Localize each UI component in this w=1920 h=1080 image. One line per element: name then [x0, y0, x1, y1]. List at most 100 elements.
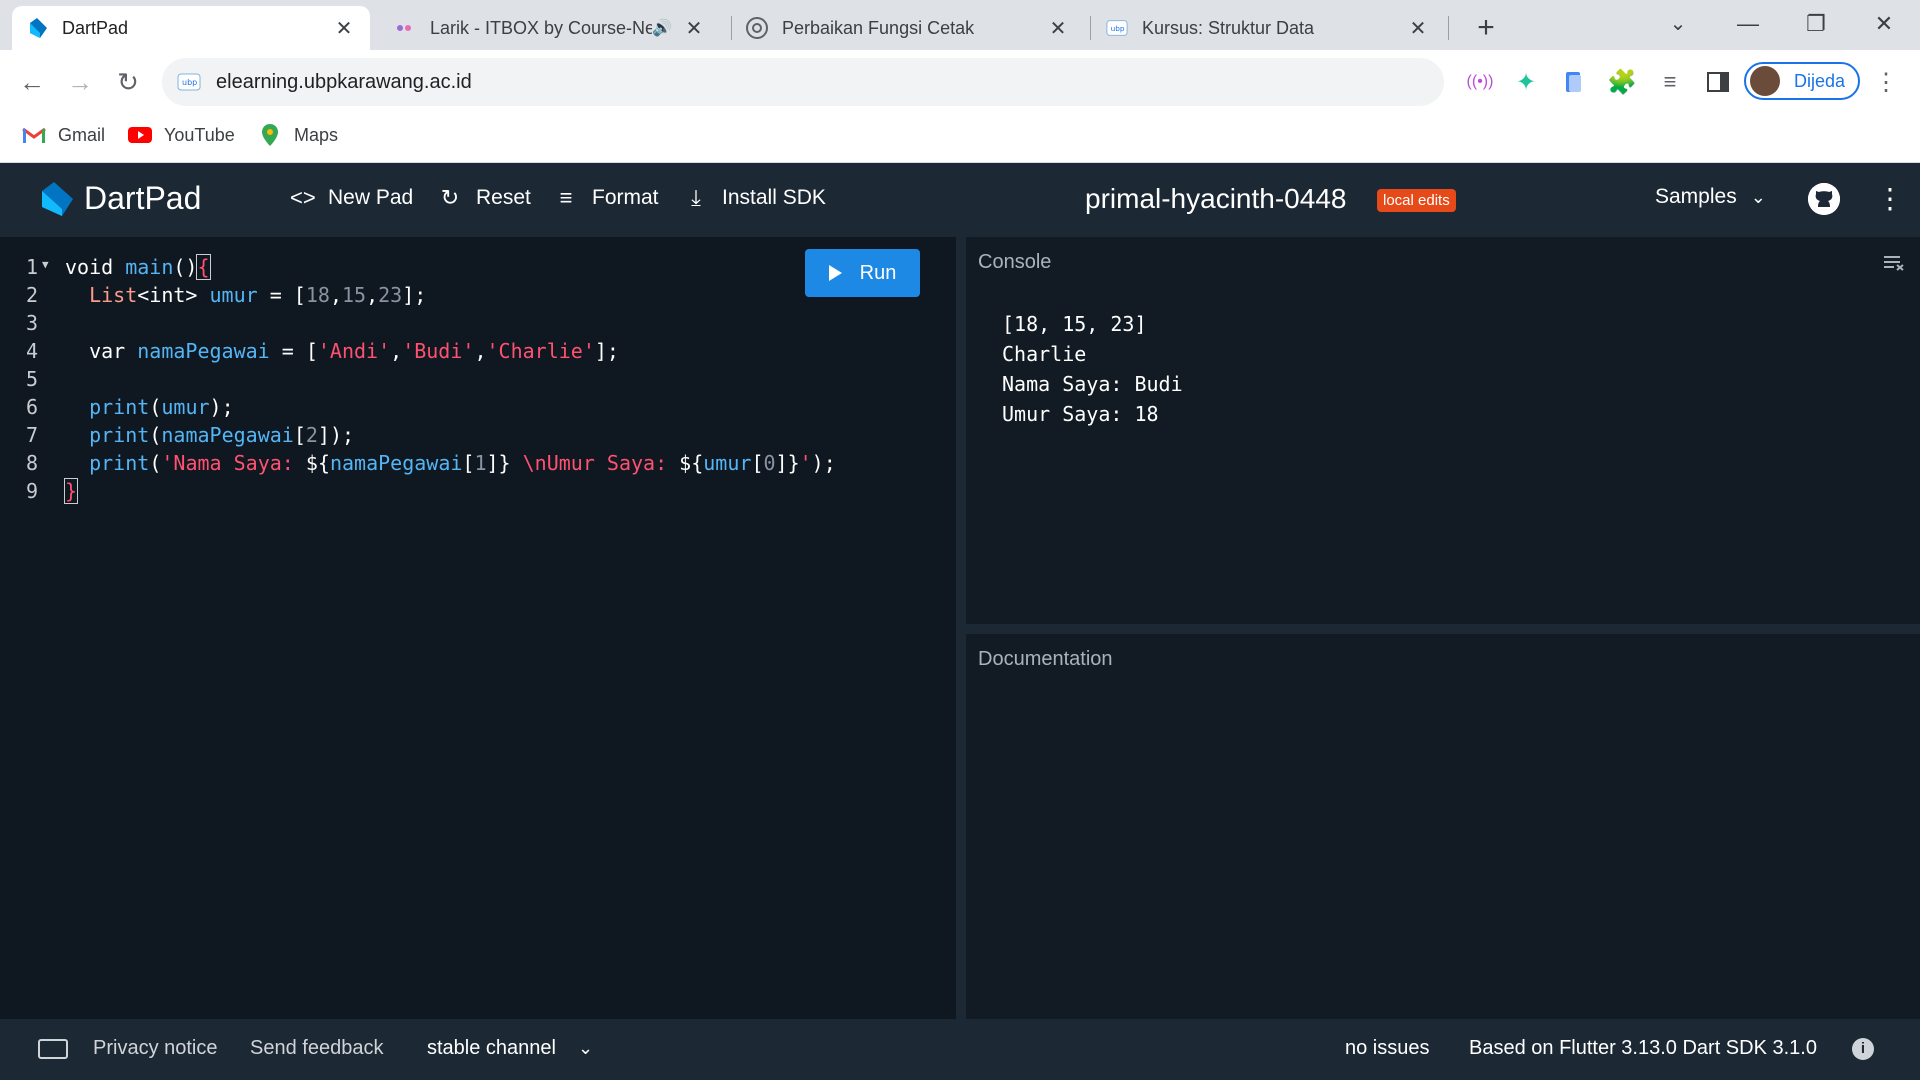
tab-dartpad[interactable]: DartPad ✕	[12, 6, 370, 50]
privacy-notice-link[interactable]: Privacy notice	[93, 1037, 218, 1060]
line-number: 4	[25, 339, 38, 363]
gmail-icon	[22, 124, 46, 146]
close-window-icon[interactable]: ✕	[1856, 6, 1912, 42]
clear-console-icon[interactable]	[1884, 255, 1904, 271]
media-queue-icon[interactable]: ≡	[1652, 64, 1688, 100]
format-label: Format	[592, 186, 659, 209]
line-number: 3	[25, 311, 38, 335]
ubp-logo-icon: ubp	[1106, 17, 1128, 39]
bird-extension-icon[interactable]: ✦	[1508, 64, 1544, 100]
side-panel-icon[interactable]	[1700, 64, 1736, 100]
forward-icon[interactable]: →	[60, 62, 100, 102]
send-feedback-link[interactable]: Send feedback	[250, 1037, 383, 1060]
tab-divider	[1090, 16, 1091, 40]
back-icon[interactable]: ←	[12, 62, 52, 102]
format-button[interactable]: ≡ Format	[554, 185, 659, 211]
local-edits-badge: local edits	[1377, 189, 1456, 212]
reload-icon[interactable]: ↻	[108, 62, 148, 102]
output-line: Nama Saya: Budi	[1002, 372, 1183, 396]
translate-extension-icon[interactable]	[1556, 64, 1592, 100]
chevron-down-icon: ⌄	[1750, 186, 1766, 207]
output-line: Charlie	[1002, 342, 1087, 366]
channel-dropdown[interactable]: stable channel ⌄	[427, 1037, 593, 1060]
refresh-icon: ↻	[440, 185, 460, 210]
profile-button[interactable]: Dijeda	[1744, 62, 1860, 100]
status-bar: Privacy notice Send feedback stable chan…	[0, 1019, 1920, 1080]
chatgpt-logo-icon	[746, 17, 768, 39]
bookmark-label: Maps	[294, 124, 339, 145]
tab-larik[interactable]: Larik - ITBOX by Course-Net 🔊 ✕	[380, 6, 720, 50]
svg-text:ubp: ubp	[182, 78, 197, 87]
samples-label: Samples	[1655, 185, 1737, 208]
new-pad-button[interactable]: <> New Pad	[290, 185, 413, 211]
tab-search-icon[interactable]: ⌄	[1650, 6, 1706, 42]
profile-name: Dijeda	[1794, 70, 1846, 91]
bookmark-maps[interactable]: Maps	[258, 124, 338, 146]
channel-label: stable channel	[427, 1037, 556, 1059]
code-editor[interactable]: 1 ▼ void main(){ 2 List<int> umur = [18,15…	[0, 237, 956, 1019]
reset-label: Reset	[476, 186, 531, 209]
horizontal-splitter[interactable]	[966, 624, 1920, 634]
fold-arrow-icon[interactable]: ▼	[42, 251, 49, 279]
line-number: 5	[25, 367, 38, 391]
code-icon: <>	[290, 185, 316, 210]
site-info-icon[interactable]: ubp	[176, 69, 202, 95]
github-icon[interactable]	[1808, 183, 1840, 215]
line-number: 9	[25, 479, 38, 503]
speaker-icon[interactable]: 🔊	[652, 18, 672, 38]
reset-button[interactable]: ↻ Reset	[438, 185, 531, 211]
close-icon[interactable]: ✕	[1046, 16, 1070, 41]
close-icon[interactable]: ✕	[1406, 16, 1430, 41]
console-label: Console	[978, 251, 1052, 273]
dart-logo-icon	[26, 17, 48, 39]
pad-name[interactable]: primal-hyacinth-0448	[1085, 183, 1346, 215]
close-icon[interactable]: ✕	[682, 16, 706, 41]
line-number: 6	[25, 395, 38, 419]
bookmarks-bar: Gmail YouTube Maps	[0, 114, 1920, 163]
extensions-puzzle-icon[interactable]: 🧩	[1604, 64, 1640, 100]
dartpad-header: DartPad <> New Pad ↻ Reset ≡ Format ⤓ In…	[0, 163, 1920, 237]
tab-title: Larik - ITBOX by Course-Net	[430, 17, 653, 38]
run-button[interactable]: Run	[805, 249, 920, 297]
line-number: 8	[25, 451, 38, 475]
tab-perbaikan[interactable]: Perbaikan Fungsi Cetak ✕	[732, 6, 1084, 50]
new-tab-button[interactable]: +	[1466, 8, 1506, 48]
install-sdk-label: Install SDK	[722, 186, 826, 209]
restore-icon[interactable]: ❐	[1788, 6, 1844, 42]
vertical-splitter[interactable]	[956, 237, 966, 1019]
browser-menu-icon[interactable]: ⋮	[1868, 64, 1904, 100]
tab-title: Perbaikan Fungsi Cetak	[782, 17, 975, 38]
output-line: Umur Saya: 18	[1002, 402, 1159, 426]
tab-title: Kursus: Struktur Data	[1142, 17, 1315, 38]
install-sdk-button[interactable]: ⤓ Install SDK	[684, 185, 826, 211]
tab-strip: DartPad ✕ Larik - ITBOX by Course-Net 🔊 …	[0, 0, 1920, 50]
samples-dropdown[interactable]: Samples ⌄	[1655, 185, 1766, 209]
bookmark-gmail[interactable]: Gmail	[22, 124, 105, 146]
more-menu-icon[interactable]: ⋮	[1876, 183, 1904, 215]
output-line: [18, 15, 23]	[1002, 312, 1147, 336]
tab-divider	[1448, 16, 1449, 40]
bookmark-youtube[interactable]: YouTube	[128, 124, 235, 146]
keyboard-icon[interactable]	[38, 1039, 68, 1059]
line-number: 7	[25, 423, 38, 447]
console-panel: Console [18, 15, 23] Charlie Nama Saya: Bu…	[966, 237, 1920, 624]
bookmark-label: YouTube	[164, 124, 235, 145]
dart-logo-icon[interactable]	[36, 179, 76, 219]
issues-status[interactable]: no issues	[1345, 1037, 1430, 1060]
tab-kursus[interactable]: ubp Kursus: Struktur Data ✕	[1092, 6, 1444, 50]
url-text: elearning.ubpkarawang.ac.id	[216, 70, 472, 93]
bookmark-label: Gmail	[58, 124, 106, 145]
line-number: 2	[25, 283, 38, 307]
info-icon[interactable]: i	[1852, 1038, 1874, 1060]
address-bar[interactable]: ubp elearning.ubpkarawang.ac.id	[162, 58, 1444, 106]
version-info: Based on Flutter 3.13.0 Dart SDK 3.1.0	[1469, 1037, 1817, 1059]
app-title: DartPad	[84, 180, 202, 216]
close-icon[interactable]: ✕	[332, 16, 356, 41]
documentation-label: Documentation	[978, 648, 1113, 670]
line-number: 1	[25, 255, 38, 279]
browser-toolbar: ← → ↻ ubp elearning.ubpkarawang.ac.id ((…	[0, 50, 1920, 114]
new-pad-label: New Pad	[328, 186, 414, 209]
format-align-icon: ≡	[559, 185, 573, 210]
broadcast-extension-icon[interactable]: ((•))	[1462, 64, 1498, 100]
minimize-icon[interactable]: —	[1720, 6, 1776, 42]
